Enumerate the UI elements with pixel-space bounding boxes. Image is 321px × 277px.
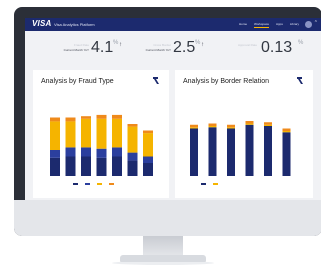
nav-item-workspace[interactable]: Workspace bbox=[254, 22, 269, 28]
bar-segment bbox=[112, 118, 122, 148]
bar-segment bbox=[245, 124, 254, 176]
bar-segment bbox=[190, 128, 198, 176]
legend-item bbox=[97, 183, 104, 185]
border-relation-chart bbox=[190, 121, 291, 176]
bar-segment bbox=[190, 124, 198, 128]
arrow-up-icon: ↑ bbox=[119, 42, 122, 48]
kpi-label: Fraud Rate bbox=[73, 43, 89, 47]
percent-unit: % bbox=[113, 40, 119, 46]
dashboard-screen: VISA Visa Analytics Platform Home Worksp… bbox=[25, 18, 321, 200]
kpi-sub: Current Month YoY bbox=[145, 48, 171, 52]
bar-segment bbox=[65, 121, 76, 148]
bar-segment bbox=[81, 156, 91, 176]
legend-item bbox=[85, 183, 92, 185]
chart-legend bbox=[201, 183, 220, 185]
bar-segment bbox=[127, 124, 138, 127]
fraud-type-chart bbox=[50, 114, 153, 176]
bar-segment bbox=[227, 128, 235, 176]
percent-unit: % bbox=[298, 40, 304, 46]
avatar[interactable] bbox=[305, 20, 312, 28]
bar-segment bbox=[282, 132, 291, 176]
bar-segment bbox=[65, 147, 76, 157]
bar-segment bbox=[96, 157, 107, 176]
bar-segment bbox=[227, 127, 235, 129]
bar-segment bbox=[143, 130, 153, 134]
kpi-value: 2.5 bbox=[173, 39, 196, 56]
bar-segment bbox=[127, 152, 138, 161]
bar-segment bbox=[50, 121, 60, 150]
legend-item bbox=[109, 183, 116, 185]
chart-legend bbox=[73, 183, 116, 185]
bar-segment bbox=[143, 163, 153, 176]
legend-swatch bbox=[201, 183, 206, 185]
kpi-label: Approval Rate bbox=[237, 43, 257, 47]
bar-segment bbox=[96, 148, 107, 158]
legend-swatch bbox=[85, 183, 90, 185]
bar-segment bbox=[127, 160, 138, 176]
kpi-approval-rate: Approval Rate 0.13 % bbox=[221, 40, 317, 58]
percent-unit: % bbox=[195, 40, 201, 46]
bar-segment bbox=[81, 118, 91, 148]
nav-item-library[interactable]: Library bbox=[290, 22, 299, 28]
bar-segment bbox=[81, 116, 91, 119]
bar-segment bbox=[96, 118, 107, 149]
bar-segment bbox=[208, 127, 217, 176]
bar-segment bbox=[127, 126, 138, 153]
visa-logo[interactable]: VISA bbox=[32, 19, 51, 28]
bar-segment bbox=[245, 121, 254, 124]
arrow-up-icon: ↑ bbox=[201, 42, 204, 48]
bar-segment bbox=[112, 156, 122, 176]
kpi-cross-border: Cross Border Current Month YoY 2.5 % ↑ bbox=[125, 40, 215, 58]
monitor-chin bbox=[14, 200, 321, 236]
legend-item bbox=[213, 183, 220, 185]
kpi-sub: Current Month YoY bbox=[63, 48, 89, 52]
legend-swatch bbox=[109, 183, 114, 185]
border-relation-panel: Analysis by Border Relation bbox=[175, 70, 313, 198]
bar-segment bbox=[112, 114, 122, 119]
bar-segment bbox=[282, 131, 291, 133]
bar-segment bbox=[50, 150, 60, 158]
legend-item bbox=[73, 183, 80, 185]
chevron-down-icon[interactable]: ⌃ bbox=[314, 20, 318, 26]
legend-item bbox=[201, 183, 208, 185]
bar-segment bbox=[96, 114, 107, 119]
bar-segment bbox=[264, 126, 272, 176]
nav-item-home[interactable]: Home bbox=[239, 22, 247, 28]
fraud-type-panel: Analysis by Fraud Type bbox=[33, 70, 169, 198]
monitor-stand-neck bbox=[143, 236, 183, 256]
bar-segment bbox=[208, 126, 217, 128]
nav-menu: Home Workspace Apps Library bbox=[239, 22, 299, 28]
bar-segment bbox=[245, 123, 254, 125]
bar-segment bbox=[208, 123, 217, 126]
bar-segment bbox=[65, 156, 76, 176]
legend-swatch bbox=[213, 183, 218, 185]
legend-swatch bbox=[97, 183, 102, 185]
kpi-value: 0.13 bbox=[261, 39, 293, 56]
kpi-value: 4.1 bbox=[91, 39, 114, 56]
app-title: Visa Analytics Platform bbox=[54, 21, 95, 27]
bar-segment bbox=[65, 117, 76, 122]
kpi-label: Cross Border bbox=[153, 43, 171, 47]
kpi-fraud-rate: Fraud Rate Current Month YoY 4.1 % ↑ bbox=[33, 40, 123, 58]
bar-segment bbox=[112, 147, 122, 157]
nav-item-apps[interactable]: Apps bbox=[276, 22, 283, 28]
bar-segment bbox=[143, 133, 153, 157]
bar-segment bbox=[264, 124, 272, 126]
bar-segment bbox=[50, 117, 60, 122]
bar-segment bbox=[190, 127, 198, 129]
bar-segment bbox=[264, 122, 272, 125]
top-nav: VISA Visa Analytics Platform Home Worksp… bbox=[25, 18, 321, 31]
bar-segment bbox=[143, 156, 153, 163]
legend-swatch bbox=[73, 183, 78, 185]
bar-segment bbox=[227, 124, 235, 128]
bar-segment bbox=[282, 128, 291, 131]
monitor-stand-foot bbox=[120, 255, 206, 262]
bar-segment bbox=[50, 157, 60, 176]
bar-segment bbox=[81, 147, 91, 157]
